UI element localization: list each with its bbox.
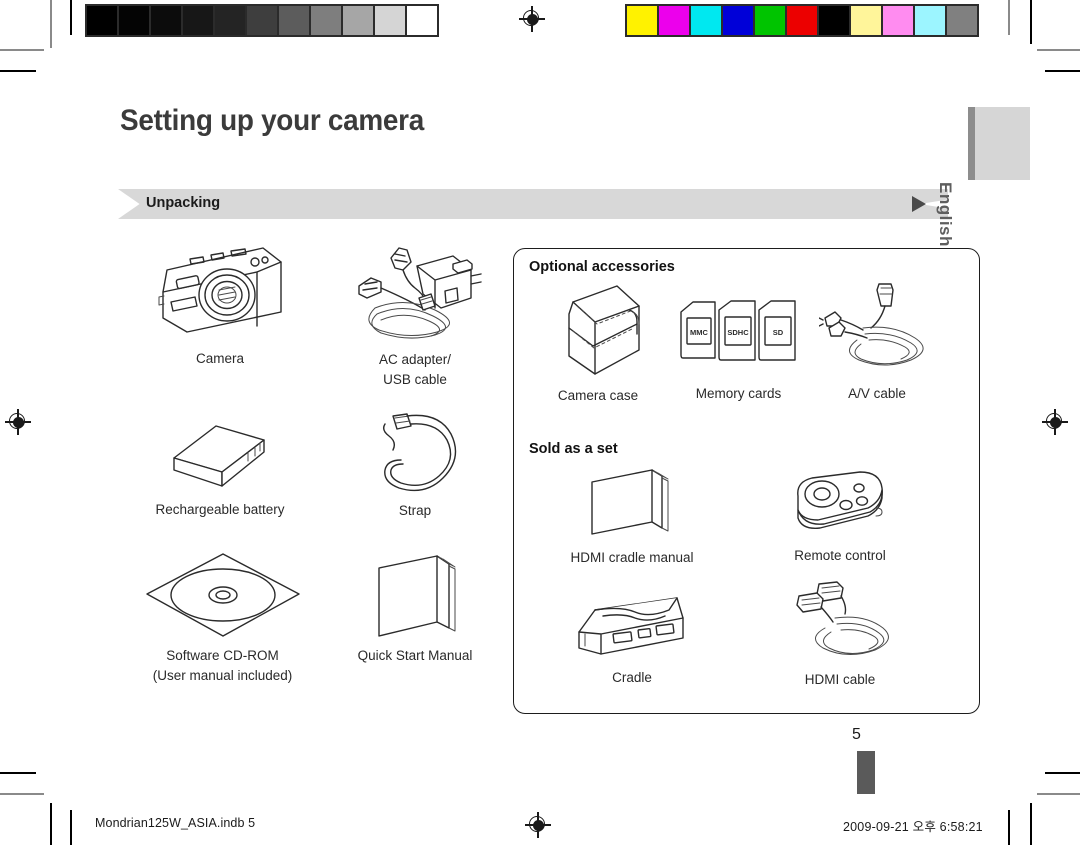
item-camera-caption: Camera: [195, 351, 244, 366]
page-title: Setting up your camera: [120, 104, 424, 137]
footer-file-name: Mondrian125W_ASIA.indb 5: [95, 816, 256, 830]
color-swatch-2: [691, 6, 721, 35]
item-strap-caption: Strap: [398, 503, 432, 518]
registration-mark-left-middle: [5, 409, 31, 435]
hdmi-cradle-manual-icon: [591, 469, 669, 535]
page-number: 5: [852, 726, 861, 743]
sold-as-a-set-heading: Sold as a set: [529, 441, 618, 457]
crop-mark-top-right-v1: [1008, 0, 1010, 35]
item-rechargeable-battery-caption: Rechargeable battery: [155, 502, 285, 517]
crop-mark-top-right-h2: [1045, 70, 1080, 72]
item-ac-adapter-usb-cable-caption: AC adapter/ USB cable: [378, 352, 452, 387]
memory-cards-icon: MMC SDHC SD: [679, 300, 796, 361]
grayscale-swatch-8: [343, 6, 373, 35]
thumb-index-bar: [857, 751, 875, 794]
crop-mark-bottom-right-v2: [1030, 803, 1032, 845]
item-rechargeable-battery: Rechargeable battery: [140, 418, 300, 520]
item-av-cable: A/V cable: [818, 280, 936, 404]
color-swatch-3: [723, 6, 753, 35]
item-memory-cards-caption: Memory cards: [695, 386, 782, 401]
item-remote-control: Remote control: [778, 470, 902, 566]
color-swatch-0: [627, 6, 657, 35]
footer-timestamp: 2009-09-21 오후 6:58:21: [843, 820, 983, 834]
strap-icon: [382, 413, 457, 492]
item-camera: Camera: [140, 240, 300, 369]
cradle-icon: [578, 597, 684, 655]
crop-mark-bottom-left-v1: [50, 803, 52, 845]
grayscale-swatch-2: [151, 6, 181, 35]
crop-mark-bottom-right-h1: [1045, 772, 1080, 774]
item-camera-case: Camera case: [532, 282, 664, 406]
item-hdmi-cradle-manual: HDMI cradle manual: [556, 464, 708, 568]
crop-mark-top-left-v1: [50, 0, 52, 48]
item-ac-adapter-usb-cable: AC adapter/ USB cable: [340, 236, 490, 390]
registration-mark-top-center: [519, 6, 545, 32]
optional-accessories-heading: Optional accessories: [529, 259, 675, 275]
camera-case-icon: [568, 285, 640, 375]
registration-mark-right-middle: [1042, 409, 1068, 435]
grayscale-swatch-3: [183, 6, 213, 35]
item-camera-case-caption: Camera case: [557, 388, 639, 403]
crop-mark-top-right-v2: [1030, 0, 1032, 44]
crop-mark-top-left-h1: [0, 49, 44, 51]
crop-mark-bottom-right-v1: [1008, 810, 1010, 845]
crop-mark-bottom-left-v2: [70, 810, 72, 845]
memory-card-label-sd: SD: [772, 328, 783, 337]
color-swatch-9: [915, 6, 945, 35]
color-swatch-10: [947, 6, 977, 35]
grayscale-swatch-0: [87, 6, 117, 35]
item-hdmi-cradle-manual-caption: HDMI cradle manual: [570, 550, 694, 565]
item-memory-cards: MMC SDHC SD Memory cards: [676, 300, 801, 404]
item-hdmi-cable-caption: HDMI cable: [804, 672, 876, 687]
crop-mark-top-left-v2: [70, 0, 72, 35]
battery-icon: [173, 425, 265, 487]
hdmi-cable-icon: [796, 581, 889, 655]
crop-mark-bottom-left-h2: [0, 793, 44, 795]
grayscale-calibration-strip: [85, 4, 439, 37]
color-calibration-strip: [625, 4, 979, 37]
crop-mark-top-left-h2: [0, 70, 36, 72]
language-tab: [968, 107, 1030, 180]
memory-card-label-sdhc: SDHC: [727, 328, 749, 337]
banner-arrow-icon: [912, 196, 926, 212]
color-swatch-6: [819, 6, 849, 35]
grayscale-swatch-6: [279, 6, 309, 35]
item-hdmi-cable: HDMI cable: [778, 580, 902, 690]
item-remote-control-caption: Remote control: [794, 548, 886, 563]
grayscale-swatch-9: [375, 6, 405, 35]
section-banner: [118, 189, 948, 219]
color-swatch-5: [787, 6, 817, 35]
item-quick-start-manual-caption: Quick Start Manual: [357, 648, 473, 663]
remote-control-icon: [797, 471, 883, 529]
item-strap: Strap: [340, 412, 490, 521]
language-tab-spine: [968, 107, 975, 180]
item-quick-start-manual: Quick Start Manual: [340, 548, 490, 666]
item-cradle: Cradle: [556, 588, 708, 688]
color-swatch-4: [755, 6, 785, 35]
crop-mark-bottom-left-h1: [0, 772, 36, 774]
grayscale-swatch-5: [247, 6, 277, 35]
cd-rom-icon: [145, 553, 300, 637]
color-swatch-7: [851, 6, 881, 35]
grayscale-swatch-4: [215, 6, 245, 35]
camera-icon: [158, 247, 282, 333]
item-av-cable-caption: A/V cable: [848, 386, 906, 401]
section-banner-label: Unpacking: [146, 195, 221, 211]
color-swatch-1: [659, 6, 689, 35]
manual-icon: [378, 555, 456, 637]
grayscale-swatch-1: [119, 6, 149, 35]
crop-mark-bottom-right-h2: [1037, 793, 1080, 795]
av-cable-icon: [819, 283, 924, 366]
ac-adapter-usb-cable-icon: [358, 247, 482, 339]
memory-card-label-mmc: MMC: [690, 328, 708, 337]
item-software-cd-rom: Software CD-ROM (User manual included): [140, 550, 305, 686]
registration-mark-bottom-center: [525, 812, 551, 838]
color-swatch-8: [883, 6, 913, 35]
item-cradle-caption: Cradle: [612, 670, 652, 685]
item-software-cd-rom-caption: Software CD-ROM (User manual included): [152, 648, 293, 683]
grayscale-swatch-10: [407, 6, 437, 35]
crop-mark-top-right-h1: [1037, 49, 1080, 51]
grayscale-swatch-7: [311, 6, 341, 35]
